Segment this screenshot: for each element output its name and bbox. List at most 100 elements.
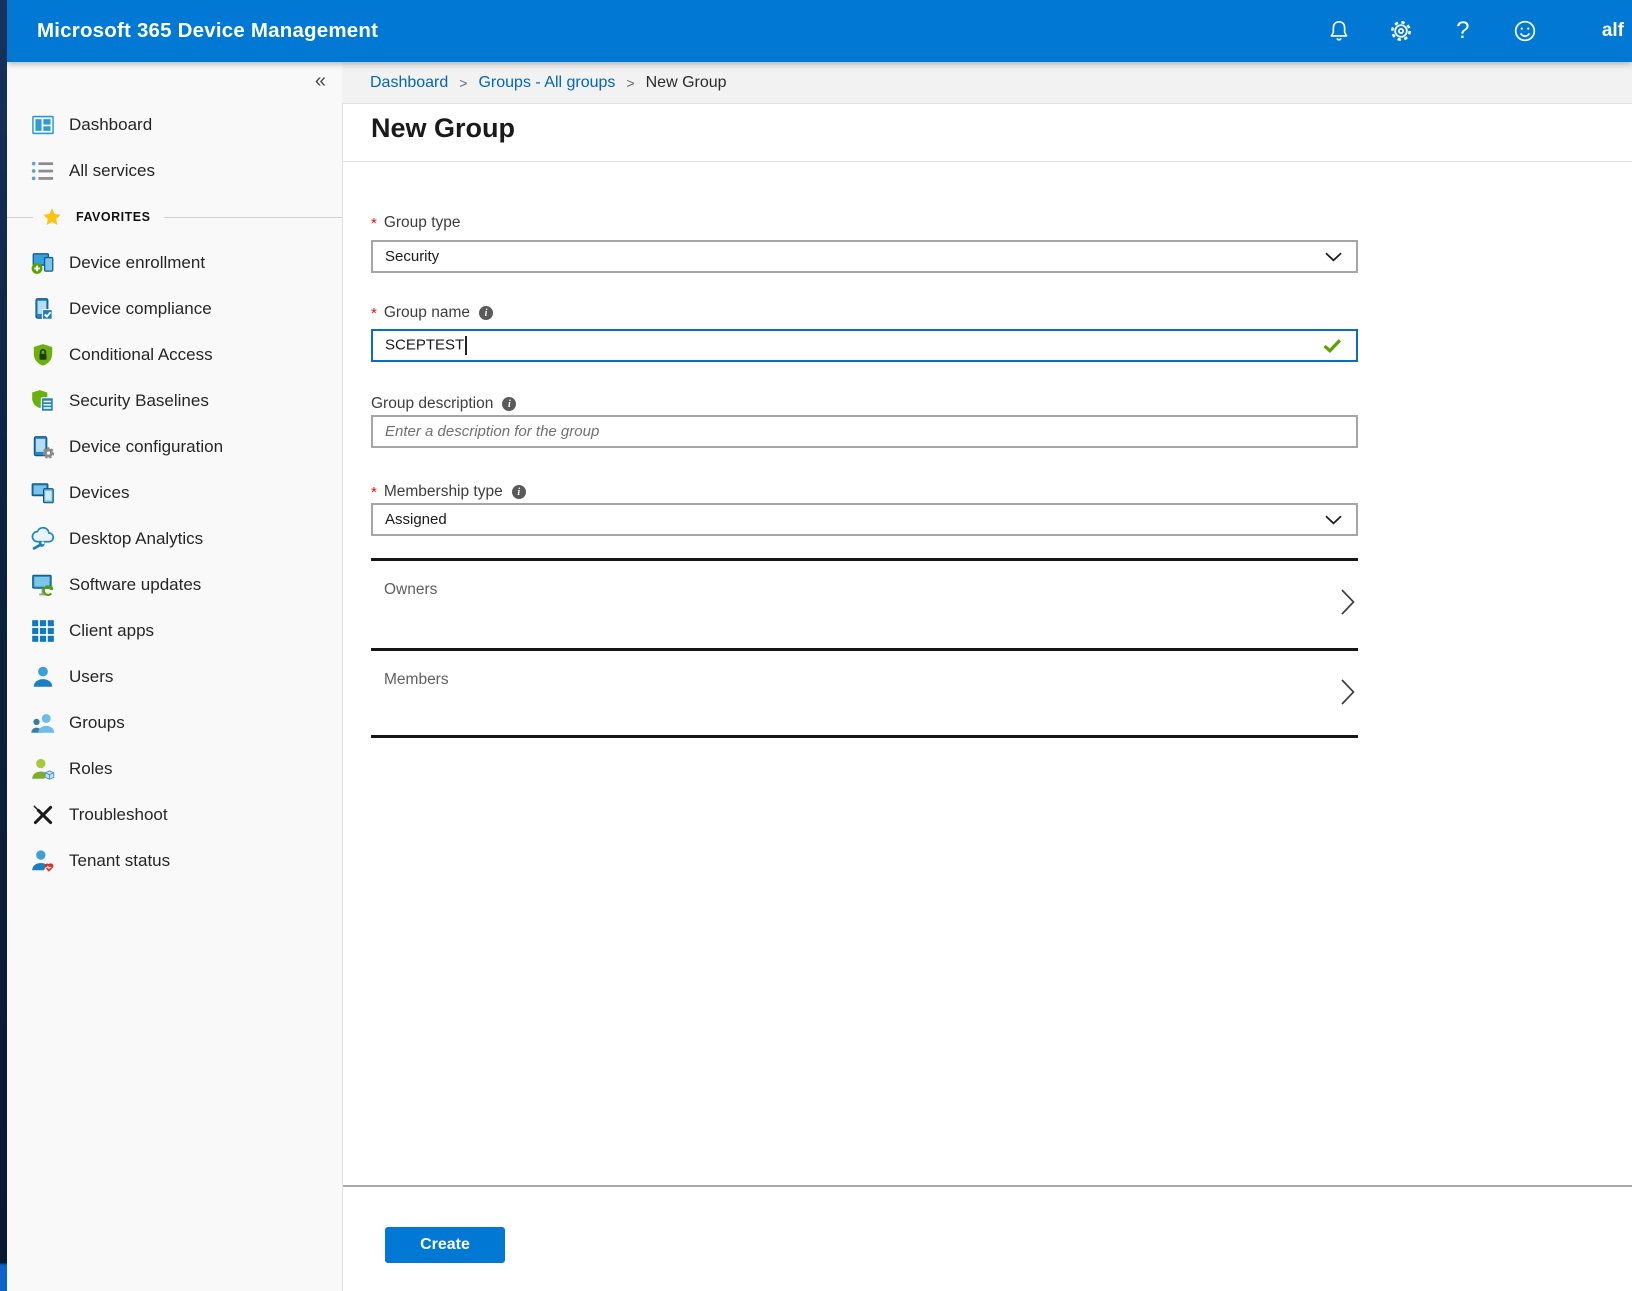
sidebar-item-label: Device enrollment (69, 253, 205, 273)
breadcrumb-dashboard[interactable]: Dashboard (370, 74, 448, 92)
conditional-access-icon (30, 342, 56, 368)
sidebar-item-client-apps[interactable]: Client apps (7, 608, 342, 654)
sidebar: « Dashboard All services FAVORITES (7, 62, 342, 1291)
chevron-down-icon (1325, 252, 1342, 262)
security-baselines-icon (30, 388, 56, 414)
sidebar-item-label: Users (69, 667, 113, 687)
breadcrumb-groups-all-groups[interactable]: Groups - All groups (478, 74, 615, 92)
owners-section-row[interactable]: Owners (371, 558, 1358, 648)
bell-icon[interactable] (1326, 18, 1352, 44)
create-button[interactable]: Create (385, 1227, 505, 1263)
breadcrumb: Dashboard > Groups - All groups > New Gr… (342, 62, 1632, 103)
sidebar-item-label: All services (69, 161, 155, 181)
roles-icon (30, 756, 56, 782)
sidebar-item-device-configuration[interactable]: Device configuration (7, 424, 342, 470)
groups-icon (30, 710, 56, 736)
user-account[interactable]: alf (1602, 20, 1624, 42)
client-apps-icon (30, 618, 56, 644)
desktop-analytics-icon (30, 526, 56, 552)
group-type-select[interactable]: Security (371, 240, 1358, 273)
members-section-row[interactable]: Members (371, 648, 1358, 738)
info-icon[interactable] (479, 306, 493, 320)
sidebar-item-groups[interactable]: Groups (7, 700, 342, 746)
sidebar-collapse-button[interactable]: « (315, 70, 326, 93)
left-edge-strip (0, 0, 7, 1291)
sidebar-item-conditional-access[interactable]: Conditional Access (7, 332, 342, 378)
new-group-form: * Group type Security * Group name SCEPT… (371, 212, 1358, 738)
sidebar-item-dashboard[interactable]: Dashboard (7, 102, 342, 148)
required-marker: * (371, 305, 377, 322)
top-bar: Microsoft 365 Device Management ? (7, 0, 1632, 62)
sidebar-item-label: Desktop Analytics (69, 529, 203, 549)
divider (164, 217, 342, 218)
membership-type-select[interactable]: Assigned (371, 503, 1358, 536)
text-caret (465, 336, 467, 355)
tenant-status-icon (30, 848, 56, 874)
chevron-right-icon (1341, 679, 1355, 705)
sidebar-item-all-services[interactable]: All services (7, 148, 342, 194)
sidebar-item-software-updates[interactable]: Software updates (7, 562, 342, 608)
divider (343, 1185, 1632, 1187)
dashboard-icon (30, 112, 56, 138)
sidebar-item-label: Groups (69, 713, 125, 733)
sidebar-item-device-enrollment[interactable]: Device enrollment (7, 240, 342, 286)
content-panel: New Group * Group type Security * Group … (342, 103, 1632, 1291)
sidebar-item-label: Tenant status (69, 851, 170, 871)
favorites-label: FAVORITES (76, 210, 150, 224)
chevron-right-icon (1341, 589, 1355, 615)
sidebar-item-desktop-analytics[interactable]: Desktop Analytics (7, 516, 342, 562)
device-compliance-icon (30, 296, 56, 322)
group-description-label: Group description (371, 393, 1358, 415)
field-label-text: Group description (371, 395, 493, 413)
group-description-placeholder: Enter a description for the group (385, 423, 1342, 440)
software-updates-icon (30, 572, 56, 598)
sidebar-item-users[interactable]: Users (7, 654, 342, 700)
sidebar-item-label: Troubleshoot (69, 805, 168, 825)
divider (7, 217, 33, 218)
sidebar-item-roles[interactable]: Roles (7, 746, 342, 792)
app-title: Microsoft 365 Device Management (37, 19, 378, 43)
star-icon (41, 206, 63, 228)
chevron-down-icon (1325, 515, 1342, 525)
troubleshoot-icon (30, 802, 56, 828)
sidebar-item-tenant-status[interactable]: Tenant status (7, 838, 342, 884)
sidebar-item-label: Device configuration (69, 437, 223, 457)
topbar-actions: ? alf (1326, 18, 1632, 44)
required-marker: * (371, 484, 377, 501)
help-icon[interactable]: ? (1450, 18, 1476, 44)
gear-icon[interactable] (1388, 18, 1414, 44)
app-window: Microsoft 365 Device Management ? (0, 0, 1632, 1291)
breadcrumb-current-page: New Group (646, 74, 727, 92)
valid-check-icon (1323, 338, 1342, 353)
field-label-text: Membership type (384, 483, 503, 501)
sidebar-item-label: Client apps (69, 621, 154, 641)
membership-type-value: Assigned (385, 511, 1325, 528)
field-label-text: Group name (384, 304, 470, 322)
members-label: Members (384, 671, 449, 689)
info-icon[interactable] (502, 397, 516, 411)
info-icon[interactable] (512, 485, 526, 499)
field-label-text: Group type (384, 214, 461, 232)
page-title: New Group (371, 113, 515, 144)
group-name-value: SCEPTEST (385, 336, 1323, 355)
users-icon (30, 664, 56, 690)
sidebar-item-device-compliance[interactable]: Device compliance (7, 286, 342, 332)
required-marker: * (371, 215, 377, 232)
sidebar-item-devices[interactable]: Devices (7, 470, 342, 516)
all-services-icon (30, 158, 56, 184)
sidebar-item-label: Roles (69, 759, 112, 779)
sidebar-nav: Dashboard All services FAVORITES (7, 62, 342, 884)
sidebar-item-label: Device compliance (69, 299, 212, 319)
sidebar-item-label: Conditional Access (69, 345, 213, 365)
sidebar-item-label: Dashboard (69, 115, 152, 135)
membership-type-label: * Membership type (371, 481, 1358, 503)
group-name-input[interactable]: SCEPTEST (371, 329, 1358, 362)
group-type-label: * Group type (371, 212, 1358, 234)
sidebar-item-security-baselines[interactable]: Security Baselines (7, 378, 342, 424)
owners-label: Owners (384, 581, 437, 599)
divider (343, 161, 1632, 162)
sidebar-item-troubleshoot[interactable]: Troubleshoot (7, 792, 342, 838)
smiley-icon[interactable] (1512, 18, 1538, 44)
group-description-input[interactable]: Enter a description for the group (371, 415, 1358, 448)
group-type-value: Security (385, 248, 1325, 265)
